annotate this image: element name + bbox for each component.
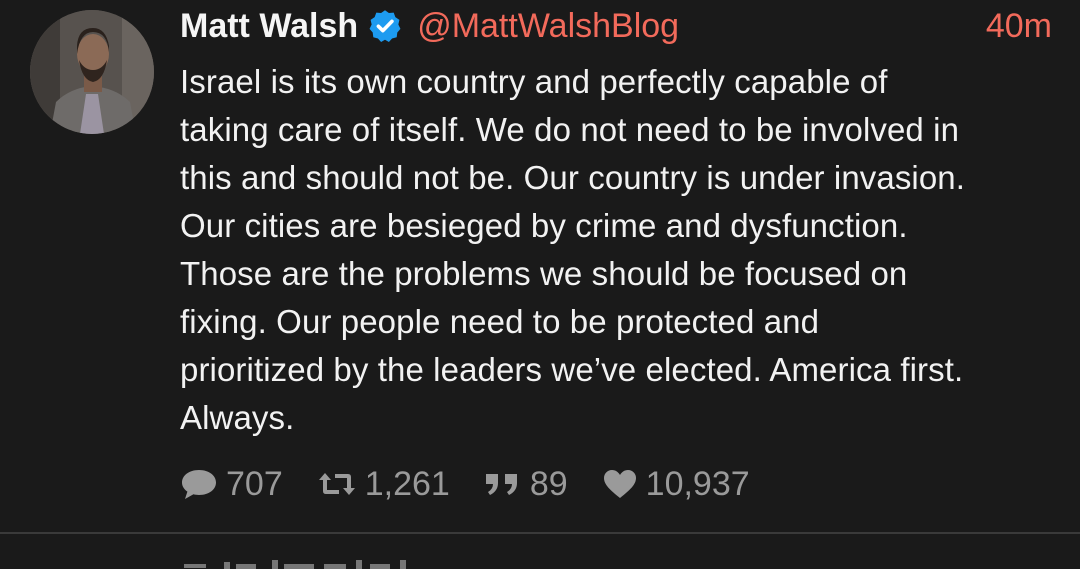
reply-count: 707 xyxy=(226,464,283,503)
tweet-timestamp[interactable]: 40m xyxy=(986,7,1052,46)
author-handle[interactable]: @MattWalshBlog xyxy=(417,7,679,46)
heart-icon xyxy=(603,470,636,498)
avatar-photo xyxy=(30,10,154,134)
quote-count: 89 xyxy=(529,464,568,503)
quote-icon xyxy=(485,474,517,495)
speech-bubble-icon xyxy=(182,470,216,499)
next-tweet-partial xyxy=(180,548,480,569)
tweet-actions: 707 1,261 89 10,937 xyxy=(180,458,784,510)
retweet-count: 1,261 xyxy=(364,464,450,503)
retweet-button[interactable]: 1,261 xyxy=(317,465,450,504)
tweet-header: Matt Walsh @MattWalshBlog 40m xyxy=(180,4,1052,48)
tweet-text-line: fixing. Our people need to be protected … xyxy=(180,303,820,340)
reply-button[interactable]: 707 xyxy=(180,465,283,504)
like-count: 10,937 xyxy=(645,464,750,503)
cropped-retweet-row-icon xyxy=(184,560,406,569)
avatar[interactable] xyxy=(30,10,154,134)
like-button[interactable]: 10,937 xyxy=(602,465,750,504)
tweet-text-line: Our cities are besieged by crime and dys… xyxy=(180,207,908,244)
verified-badge-icon xyxy=(369,10,401,43)
quote-button[interactable]: 89 xyxy=(484,465,568,504)
retweet-icon xyxy=(318,473,355,495)
author-name[interactable]: Matt Walsh xyxy=(180,7,358,46)
tweet-text-line: prioritized by the leaders we’ve elected… xyxy=(180,351,964,388)
tweet-text-line: Always. xyxy=(180,399,295,436)
tweet-text-line: taking care of itself. We do not need to… xyxy=(180,111,960,148)
tweet-text-line: Those are the problems we should be focu… xyxy=(180,255,908,292)
tweet-card[interactable]: Matt Walsh @MattWalshBlog 40m Israel is … xyxy=(0,0,1080,532)
tweet-text: Israel is its own country and perfectly … xyxy=(180,58,1060,442)
tweet-divider xyxy=(0,532,1080,534)
tweet-text-line: Israel is its own country and perfectly … xyxy=(180,63,888,100)
tweet-text-line: this and should not be. Our country is u… xyxy=(180,159,966,196)
